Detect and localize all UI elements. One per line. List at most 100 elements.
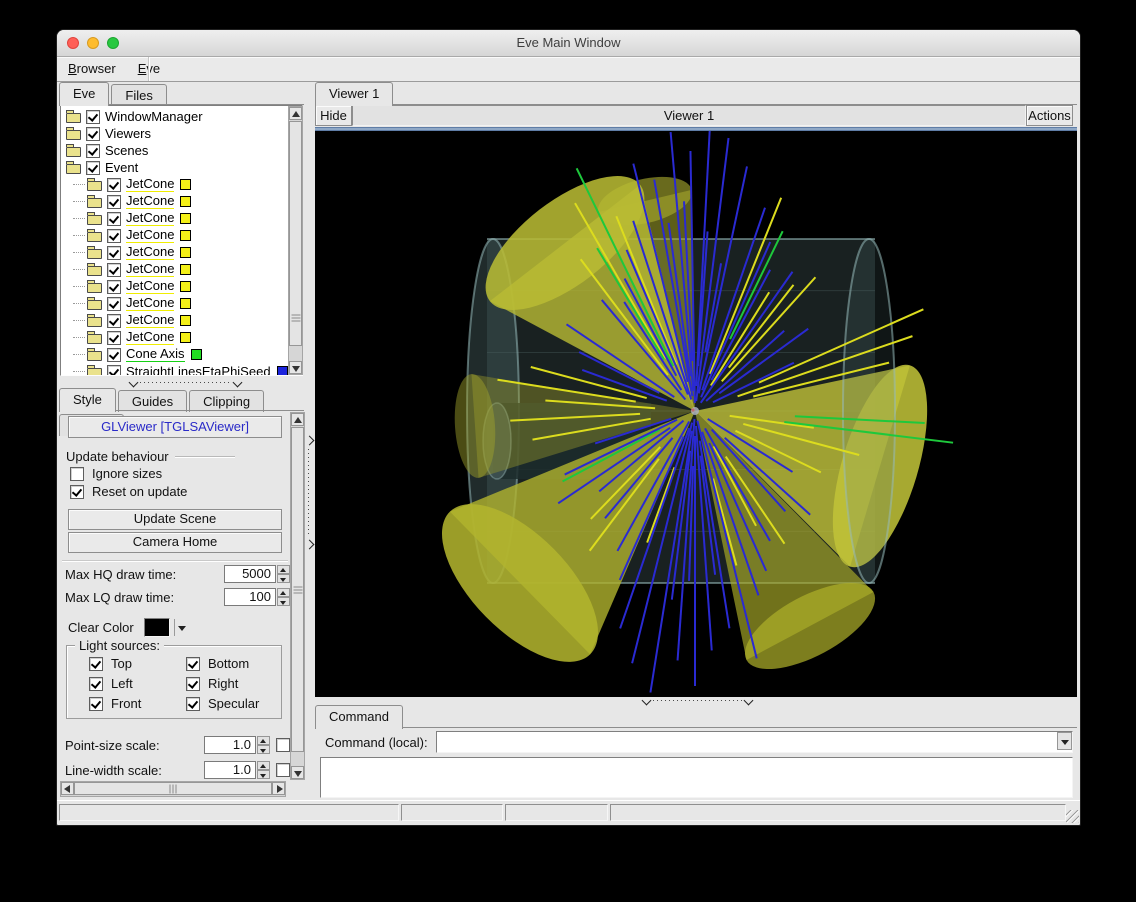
item-color-marker[interactable] bbox=[180, 247, 191, 258]
item-color-marker[interactable] bbox=[180, 281, 191, 292]
spin-up-icon[interactable] bbox=[277, 565, 290, 574]
scroll-up-button[interactable] bbox=[289, 107, 302, 120]
spinbox[interactable]: 1.0 bbox=[204, 761, 270, 779]
tree-item-label[interactable]: JetCone bbox=[126, 296, 174, 311]
tab-eve[interactable]: Eve bbox=[59, 82, 109, 106]
spin-value[interactable]: 1.0 bbox=[204, 761, 256, 779]
checkbox[interactable] bbox=[107, 314, 121, 328]
splitter-collapse-icon[interactable] bbox=[642, 696, 652, 706]
tree-row[interactable]: Scenes bbox=[61, 142, 302, 159]
menu-item-browser[interactable]: Browser bbox=[57, 57, 127, 81]
splitter-collapse-icon[interactable] bbox=[305, 436, 315, 446]
checkbox[interactable] bbox=[86, 144, 100, 158]
tab-viewer-1[interactable]: Viewer 1 bbox=[315, 82, 393, 106]
checkbox[interactable] bbox=[89, 677, 103, 691]
checkbox[interactable] bbox=[70, 467, 84, 481]
scroll-right-button[interactable] bbox=[272, 782, 285, 795]
tab-guides[interactable]: Guides bbox=[118, 390, 187, 412]
splitter-collapse-icon[interactable] bbox=[305, 540, 315, 550]
spin-up-icon[interactable] bbox=[277, 588, 290, 597]
tree-item-label[interactable]: JetCone bbox=[126, 330, 174, 345]
tab-clipping[interactable]: Clipping bbox=[189, 390, 264, 412]
spin-value[interactable]: 1.0 bbox=[204, 736, 256, 754]
tree-item-label[interactable]: JetCone bbox=[126, 211, 174, 226]
spin-up-icon[interactable] bbox=[257, 761, 270, 770]
tree-item-label[interactable]: JetCone bbox=[126, 245, 174, 260]
splitter-collapse-icon[interactable] bbox=[744, 696, 754, 706]
checkbox[interactable] bbox=[107, 212, 121, 226]
tree-row[interactable]: JetCone bbox=[61, 227, 302, 244]
tree-row[interactable]: JetCone bbox=[61, 176, 302, 193]
update-scene-button[interactable]: Update Scene bbox=[68, 509, 282, 530]
tree-item-label[interactable]: JetCone bbox=[126, 228, 174, 243]
tree-item-label[interactable]: Viewers bbox=[105, 127, 151, 141]
combo-dropdown-icon[interactable] bbox=[1057, 732, 1072, 750]
item-color-marker[interactable] bbox=[180, 332, 191, 343]
tree-vertical-scrollbar[interactable] bbox=[288, 106, 303, 375]
tree-item-label[interactable]: WindowManager bbox=[105, 110, 203, 124]
spinbox[interactable]: 100 bbox=[224, 588, 290, 606]
glviewer-button[interactable]: GLViewer [TGLSAViewer] bbox=[68, 416, 282, 438]
item-color-marker[interactable] bbox=[180, 230, 191, 241]
checkbox[interactable] bbox=[186, 657, 200, 671]
camera-home-button[interactable]: Camera Home bbox=[68, 532, 282, 553]
checkbox[interactable] bbox=[107, 365, 121, 377]
tree-item-label[interactable]: JetCone bbox=[126, 177, 174, 192]
tree-item-label[interactable]: Scenes bbox=[105, 144, 148, 158]
checkbox[interactable] bbox=[107, 178, 121, 192]
item-color-marker[interactable] bbox=[180, 315, 191, 326]
checkbox[interactable] bbox=[107, 348, 121, 362]
tree-row[interactable]: JetCone bbox=[61, 244, 302, 261]
tree-item-label[interactable]: JetCone bbox=[126, 262, 174, 277]
spin-down-icon[interactable] bbox=[257, 745, 270, 754]
spin-value[interactable]: 100 bbox=[224, 588, 276, 606]
tree-item-label[interactable]: Cone Axis bbox=[126, 347, 185, 362]
scroll-down-button[interactable] bbox=[291, 766, 304, 779]
tree-row[interactable]: JetCone bbox=[61, 193, 302, 210]
checkbox[interactable] bbox=[107, 331, 121, 345]
tree-row[interactable]: Viewers bbox=[61, 125, 302, 142]
tree-item-label[interactable]: StraightLinesEtaPhiSeed bbox=[126, 365, 271, 377]
tree-item-label[interactable]: JetCone bbox=[126, 313, 174, 328]
tree-row[interactable]: Event bbox=[61, 159, 302, 176]
spin-down-icon[interactable] bbox=[277, 597, 290, 606]
tree-row[interactable]: JetCone bbox=[61, 329, 302, 346]
tree-row[interactable]: JetCone bbox=[61, 278, 302, 295]
spin-up-icon[interactable] bbox=[257, 736, 270, 745]
checkbox[interactable] bbox=[89, 657, 103, 671]
clear-color-dropdown-icon[interactable] bbox=[174, 619, 188, 636]
tree-item-label[interactable]: JetCone bbox=[126, 279, 174, 294]
checkbox[interactable] bbox=[186, 697, 200, 711]
style-horizontal-scrollbar[interactable] bbox=[60, 781, 286, 797]
checkbox[interactable] bbox=[107, 297, 121, 311]
tree-row[interactable]: Cone Axis bbox=[61, 346, 302, 363]
item-color-marker[interactable] bbox=[180, 298, 191, 309]
spin-value[interactable]: 5000 bbox=[224, 565, 276, 583]
splitter-collapse-icon[interactable] bbox=[233, 378, 243, 388]
checkbox[interactable] bbox=[89, 697, 103, 711]
tree-row[interactable]: JetCone bbox=[61, 261, 302, 278]
scrollbar-thumb[interactable] bbox=[289, 121, 302, 346]
item-color-marker[interactable] bbox=[180, 179, 191, 190]
checkbox[interactable] bbox=[186, 677, 200, 691]
tree-item-label[interactable]: Event bbox=[105, 161, 138, 175]
checkbox[interactable] bbox=[70, 485, 84, 499]
tree-row[interactable]: WindowManager bbox=[61, 108, 302, 125]
tree-row[interactable]: JetCone bbox=[61, 312, 302, 329]
command-combobox[interactable] bbox=[436, 731, 1073, 753]
checkbox[interactable] bbox=[86, 110, 100, 124]
checkbox[interactable] bbox=[107, 229, 121, 243]
checkbox[interactable] bbox=[86, 161, 100, 175]
item-color-marker[interactable] bbox=[180, 264, 191, 275]
hide-button[interactable]: Hide bbox=[315, 105, 352, 126]
tree-item-label[interactable]: JetCone bbox=[126, 194, 174, 209]
splitter-collapse-icon[interactable] bbox=[129, 378, 139, 388]
tree-row[interactable]: JetCone bbox=[61, 295, 302, 312]
checkbox[interactable] bbox=[107, 263, 121, 277]
scrollbar-thumb[interactable] bbox=[291, 427, 304, 752]
checkbox[interactable] bbox=[276, 763, 290, 777]
scrollbar-thumb[interactable] bbox=[74, 782, 272, 795]
tree-style-splitter[interactable] bbox=[60, 378, 303, 387]
gl-viewport[interactable] bbox=[315, 131, 1077, 697]
checkbox[interactable] bbox=[107, 280, 121, 294]
